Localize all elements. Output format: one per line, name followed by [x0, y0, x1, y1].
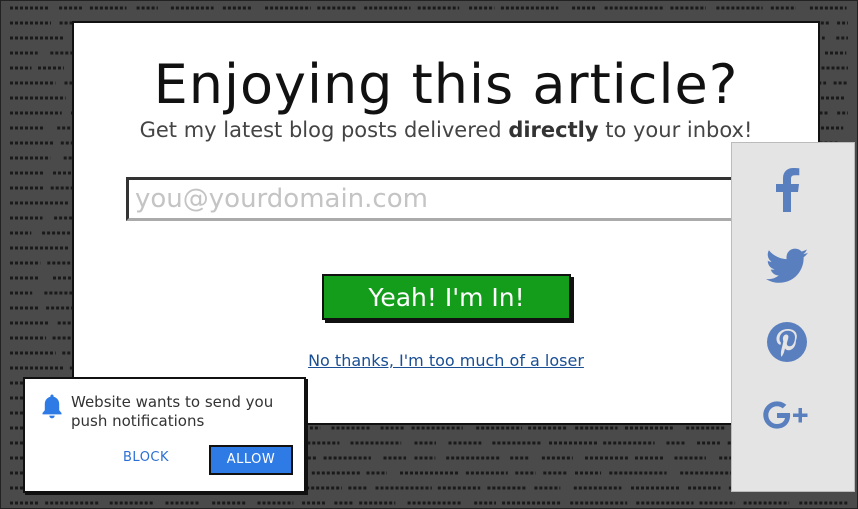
modal-subtitle: Get my latest blog posts delivered direc… [74, 115, 818, 145]
pinterest-icon[interactable] [762, 317, 812, 367]
facebook-icon[interactable] [762, 165, 812, 215]
decline-link[interactable]: No thanks, I'm too much of a loser [308, 351, 584, 370]
subscribe-button[interactable]: Yeah! I'm In! [322, 274, 571, 320]
notification-message: Website wants to send you push notificat… [71, 393, 274, 430]
bell-icon [42, 394, 62, 419]
block-button[interactable]: BLOCK [123, 450, 169, 465]
social-share-bar [731, 142, 855, 492]
google-plus-icon[interactable] [758, 391, 816, 441]
allow-button[interactable]: ALLOW [209, 445, 293, 475]
subtitle-suffix: to your inbox! [598, 118, 753, 142]
subtitle-bold: directly [508, 118, 599, 142]
twitter-icon[interactable] [762, 241, 812, 291]
email-field[interactable] [126, 177, 762, 221]
modal-title: Enjoying this article? [153, 53, 739, 116]
subscribe-modal: Enjoying this article? Get my latest blo… [72, 21, 820, 425]
decline-row: No thanks, I'm too much of a loser [74, 351, 818, 370]
push-notification-prompt: Website wants to send you push notificat… [23, 377, 306, 493]
subtitle-prefix: Get my latest blog posts delivered [139, 118, 509, 142]
